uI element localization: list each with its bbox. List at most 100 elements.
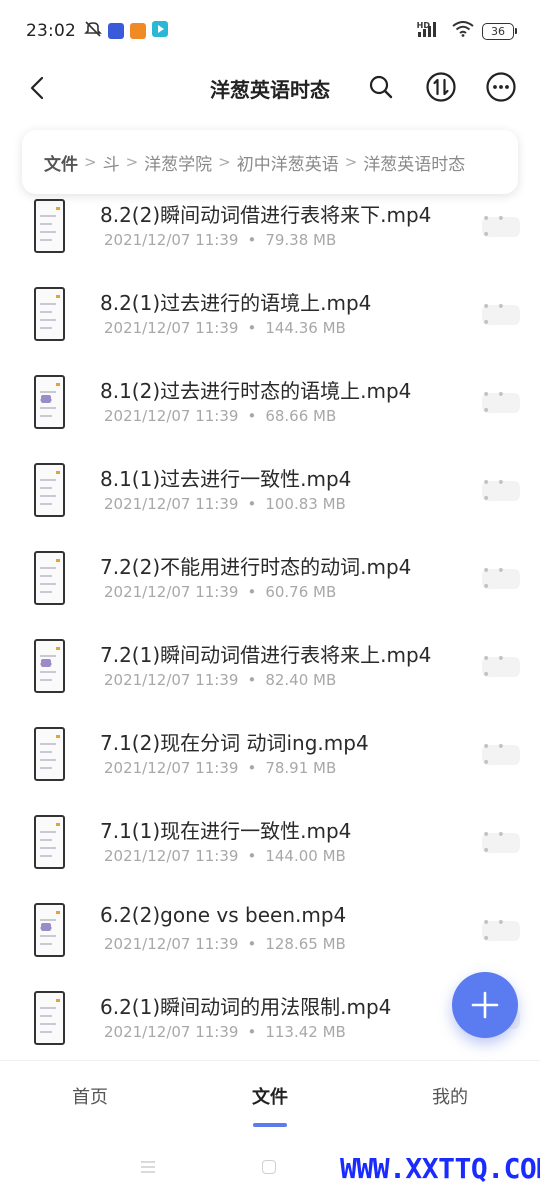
search-button[interactable] [364,70,398,104]
file-more-button[interactable]: • • • [482,651,520,683]
file-meta: 2021/12/07 11:39 • 82.40 MB [104,671,336,689]
breadcrumb-item[interactable]: 初中洋葱英语 [237,150,339,175]
meta-separator: • [247,847,257,865]
add-button[interactable] [452,972,518,1038]
file-date: 2021/12/07 11:39 [104,847,239,865]
file-name: 7.1(2)现在分词 动词ing.mp4 [100,731,369,755]
file-name: 8.2(1)过去进行的语境上.mp4 [100,291,372,315]
nav-item-home[interactable]: 首页 [30,1083,150,1109]
file-row[interactable]: 7.2(1)瞬间动词借进行表将来上.mp4 2021/12/07 11:39 • 82… [0,635,540,723]
file-meta: 2021/12/07 11:39 • 144.00 MB [104,847,346,865]
breadcrumb-separator: > [218,153,231,171]
wifi-icon [452,21,474,41]
title-bar: 洋葱英语时态 [0,62,540,114]
watermark: WWW.XXTTQ.COM [340,1152,540,1185]
status-right: HD 36 [416,20,517,41]
file-row[interactable]: 7.1(1)现在进行一致性.mp4 2021/12/07 11:39 • 144.00… [0,811,540,899]
meta-separator: • [247,583,257,601]
breadcrumb-item[interactable]: 洋葱学院 [144,150,212,175]
video-thumbnail [34,903,65,957]
file-meta: 2021/12/07 11:39 • 128.65 MB [104,935,346,953]
nav-item-files[interactable]: 文件 [210,1083,330,1109]
breadcrumb-separator: > [344,153,358,171]
file-size: 79.38 MB [265,231,337,249]
file-size: 128.65 MB [265,935,346,953]
file-date: 2021/12/07 11:39 [104,407,239,425]
file-row[interactable]: 7.2(2)不能用进行时态的动词.mp4 2021/12/07 11:39 • 60.… [0,547,540,635]
video-thumbnail [34,815,65,869]
sort-icon [426,72,456,102]
file-list: 8.2(2)瞬间动词借进行表将来下.mp4 2021/12/07 11:39 • 79… [0,195,540,1060]
sort-button[interactable] [424,70,458,104]
breadcrumb-item-root[interactable]: 文件 [44,150,78,175]
file-name: 6.2(1)瞬间动词的用法限制.mp4 [100,995,392,1019]
file-meta: 2021/12/07 11:39 • 68.66 MB [104,407,336,425]
search-icon [369,75,393,99]
back-button[interactable] [22,72,54,104]
file-name: 7.2(2)不能用进行时态的动词.mp4 [100,555,412,579]
status-bar: 23:02 HD 36 [0,0,540,62]
file-name: 7.1(1)现在进行一致性.mp4 [100,819,352,843]
plus-icon [471,991,499,1019]
meta-separator: • [247,231,257,249]
file-name: 6.2(2)gone vs been.mp4 [100,903,347,927]
file-more-button[interactable]: • • • [482,827,520,859]
meta-separator: • [247,935,257,953]
meta-separator: • [247,319,257,337]
file-name: 7.2(1)瞬间动词借进行表将来上.mp4 [100,643,432,667]
file-size: 68.66 MB [265,407,337,425]
home-icon[interactable] [262,1160,276,1174]
file-date: 2021/12/07 11:39 [104,935,239,953]
file-size: 144.00 MB [265,847,346,865]
status-time: 23:02 [26,21,76,41]
file-meta: 2021/12/07 11:39 • 79.38 MB [104,231,336,249]
file-row[interactable]: 6.2(2)gone vs been.mp4 2021/12/07 11:39 • 1… [0,899,540,987]
file-name: 8.1(1)过去进行一致性.mp4 [100,467,352,491]
video-thumbnail [34,727,65,781]
file-size: 144.36 MB [265,319,346,337]
page-title: 洋葱英语时态 [210,78,330,102]
file-meta: 2021/12/07 11:39 • 78.91 MB [104,759,336,777]
network-label: HD [416,20,430,30]
file-row[interactable]: 8.2(2)瞬间动词借进行表将来下.mp4 2021/12/07 11:39 • 79… [0,195,540,283]
video-thumbnail [34,287,65,341]
system-nav-bar: WWW.XXTTQ.COM [0,1146,540,1200]
file-row[interactable]: 8.1(1)过去进行一致性.mp4 2021/12/07 11:39 • 100.83… [0,459,540,547]
app-notify-icon-2 [130,23,146,39]
file-more-button[interactable]: • • • [482,475,520,507]
menu-icon[interactable] [140,1160,156,1174]
file-size: 78.91 MB [265,759,337,777]
file-more-button[interactable]: • • • [482,299,520,331]
file-meta: 2021/12/07 11:39 • 60.76 MB [104,583,336,601]
file-row[interactable]: 8.1(2)过去进行时态的语境上.mp4 2021/12/07 11:39 • 68.… [0,371,540,459]
video-thumbnail [34,375,65,429]
video-thumbnail [34,463,65,517]
file-more-button[interactable]: • • • [482,739,520,771]
file-more-button[interactable]: • • • [482,915,520,947]
status-left-icons [84,20,168,42]
breadcrumb-item-current[interactable]: 洋葱英语时态 [363,150,465,175]
file-name: 8.1(2)过去进行时态的语境上.mp4 [100,379,412,403]
meta-separator: • [247,759,257,777]
more-icon [486,72,516,102]
battery-icon: 36 [482,22,517,40]
video-thumbnail [34,639,65,693]
more-options-button[interactable] [484,70,518,104]
meta-separator: • [247,495,257,513]
breadcrumb: 文件 > 斗 > 洋葱学院 > 初中洋葱英语 > 洋葱英语时态 [22,130,518,194]
file-more-button[interactable]: • • • [482,563,520,595]
app-notify-icon [108,23,124,39]
file-date: 2021/12/07 11:39 [104,495,239,513]
bottom-nav: 首页 文件 我的 [0,1060,540,1146]
file-more-button[interactable]: • • • [482,387,520,419]
file-size: 100.83 MB [265,495,346,513]
video-thumbnail [34,199,65,253]
meta-separator: • [247,407,257,425]
breadcrumb-item[interactable]: 斗 [103,150,120,175]
file-more-button[interactable]: • • • [482,211,520,243]
nav-item-mine[interactable]: 我的 [390,1083,510,1109]
file-row[interactable]: 8.2(1)过去进行的语境上.mp4 2021/12/07 11:39 • 144.3… [0,283,540,371]
file-row[interactable]: 7.1(2)现在分词 动词ing.mp4 2021/12/07 11:39 • 78.… [0,723,540,811]
file-date: 2021/12/07 11:39 [104,231,239,249]
mute-icon [84,20,102,42]
